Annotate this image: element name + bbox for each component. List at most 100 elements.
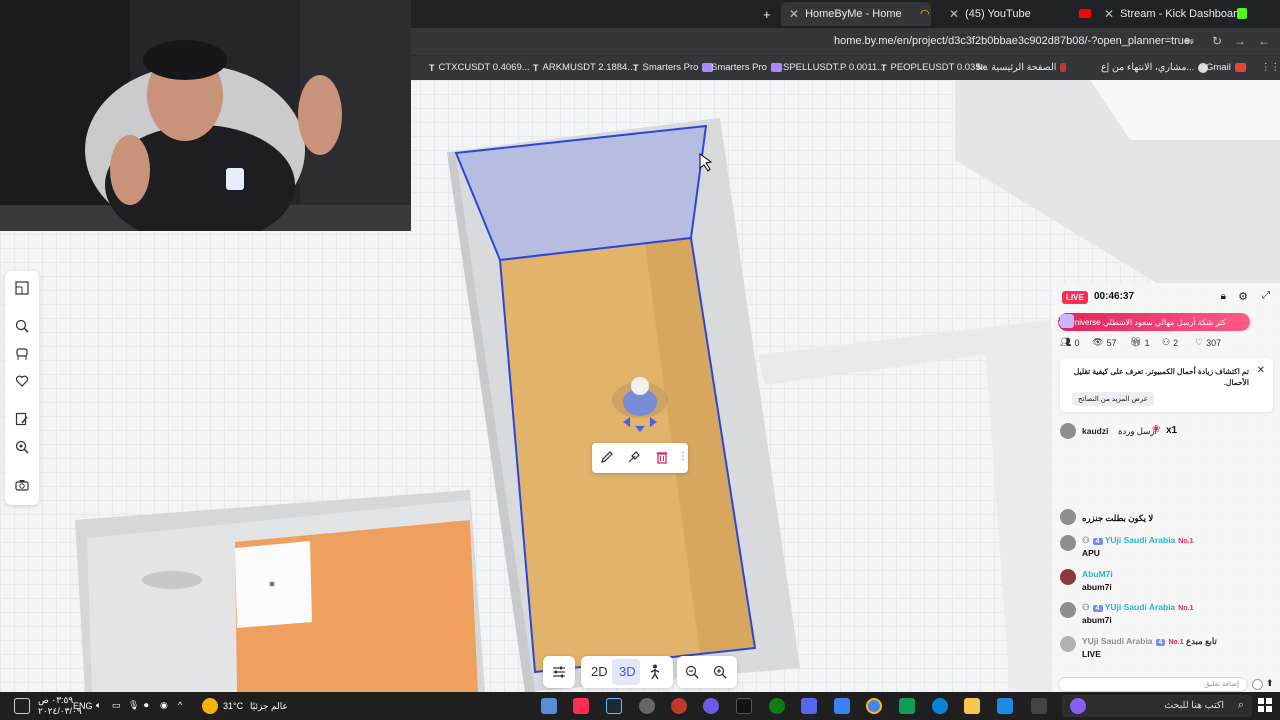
settings-icon[interactable] — [639, 698, 655, 714]
bookmark-item[interactable]: Gmail — [1206, 62, 1246, 73]
taskbar-search-box[interactable]: اكتب هنا للبحث ⌕ — [1062, 695, 1252, 717]
view-2d-button[interactable]: 2D — [591, 664, 608, 679]
eye-icon: 👁︎ — [1092, 337, 1104, 347]
new-tab-icon[interactable]: + — [763, 7, 771, 22]
headphones-icon: ◠ — [920, 8, 930, 20]
record-icon[interactable]: ⏺︎ — [144, 700, 149, 711]
chat-text: LIVE — [1082, 649, 1101, 659]
floorplan-icon[interactable] — [13, 279, 31, 297]
url-field[interactable]: home.by.me/en/project/d3c3f2b0bbae3c902d… — [834, 35, 1190, 47]
tab-homebyme[interactable]: ✕ HomeByMe - Home — [781, 2, 931, 26]
reload-icon[interactable]: ↻ — [1212, 34, 1222, 48]
steam-icon[interactable] — [606, 698, 622, 714]
chat-text: abum7i — [1082, 615, 1112, 625]
avatar — [1060, 535, 1076, 551]
bookmark-item[interactable]: Ne الصفحة الرئيسية — [977, 62, 1067, 73]
edge-icon[interactable] — [932, 698, 948, 714]
close-icon[interactable]: ✕ — [1257, 365, 1265, 376]
notice-more-tips-button[interactable]: عرض المزيد من النصائح — [1072, 392, 1154, 406]
youtube-icon — [1079, 9, 1091, 18]
back-icon[interactable]: ← — [1258, 34, 1270, 48]
chat-message: AbuM7i abum7i — [1060, 567, 1270, 593]
app-icon[interactable] — [671, 698, 687, 714]
network-icon[interactable]: ▭ — [112, 700, 121, 711]
search-icon: ⌕ — [1237, 699, 1244, 711]
app-icon[interactable] — [899, 698, 915, 714]
bookmark-item[interactable]: SPELLUSDT.P 0.0011... — [783, 62, 885, 73]
lower-room-fixture — [142, 571, 202, 589]
bookmark-item[interactable]: مشاري، الانتهاء من إع... — [1101, 62, 1209, 73]
weather-temp[interactable]: 31°C — [223, 701, 243, 711]
gear-icon[interactable]: ⚙ — [1238, 290, 1248, 303]
view-3d-button[interactable]: 3D — [619, 664, 636, 679]
app-icon[interactable] — [541, 698, 557, 714]
camera-icon[interactable] — [13, 476, 31, 494]
weather-icon[interactable] — [202, 698, 218, 714]
search-placeholder: اكتب هنا للبحث — [1164, 700, 1224, 711]
search-icon[interactable] — [13, 317, 31, 335]
zoom-in-icon[interactable] — [713, 665, 727, 682]
bookmark-item[interactable]: T CTXCUSDT 0.4069... — [429, 62, 530, 73]
bookmark-item[interactable]: T Smarters Pro — [633, 62, 714, 73]
bookmarks-menu-icon[interactable]: ⋮⋮ — [1261, 62, 1280, 73]
cabinet-knob — [269, 581, 275, 587]
tray-app-icon[interactable]: ◉ — [160, 700, 168, 711]
language-indicator[interactable]: ENG — [73, 701, 93, 711]
windows-start-icon[interactable] — [1258, 698, 1272, 712]
volume-icon[interactable]: 🔈︎ — [96, 700, 101, 711]
mail-icon[interactable] — [997, 698, 1013, 714]
chat-message: ⚇ 4 YUji Saudi Arabia No.1 abum7i — [1060, 600, 1270, 626]
close-tab-icon[interactable]: ✕ — [1104, 7, 1114, 21]
chat-message: ⚇ 4 YUji Saudi Arabia No.1 APU — [1060, 533, 1270, 559]
discord-icon[interactable] — [801, 698, 817, 714]
task-view-icon[interactable] — [1031, 698, 1047, 714]
favorite-icon[interactable] — [13, 372, 31, 390]
zoom-out-icon[interactable] — [685, 665, 699, 682]
chrome-icon[interactable] — [866, 698, 882, 714]
chat-text: لا يكون بطلت جنزره — [1082, 513, 1154, 523]
elapsed-timer: 00:46:37 — [1094, 291, 1135, 302]
tray-overflow-icon[interactable]: ^ — [178, 700, 182, 710]
walk-mode-icon[interactable] — [649, 664, 661, 683]
clock-time[interactable]: ٠٣:٥٩ ص — [38, 695, 73, 706]
webcam-overlay — [0, 0, 411, 231]
app-icon[interactable] — [703, 698, 719, 714]
bookmarks-bar: T CTXCUSDT 0.4069... T ARKMUSDT 2.1884... … — [411, 55, 1280, 80]
trash-icon[interactable] — [655, 450, 669, 467]
close-tab-icon[interactable]: ✕ — [949, 7, 959, 21]
edit-list-icon[interactable] — [13, 410, 31, 428]
bookmark-item[interactable]: T ARKMUSDT 2.1884... — [533, 62, 635, 73]
eyedropper-icon[interactable] — [627, 450, 641, 467]
translate-icon[interactable]: ⇋ — [1184, 34, 1194, 48]
send-icon[interactable]: ⬆ — [1266, 678, 1274, 689]
tiktok-icon[interactable] — [573, 698, 589, 714]
app-icon[interactable] — [834, 698, 850, 714]
xbox-icon[interactable] — [769, 698, 785, 714]
bookmark-item[interactable]: T PEOPLEUSDT 0.035... — [881, 62, 989, 73]
weather-text[interactable]: عالم جزئيًا — [250, 701, 288, 712]
lock-icon[interactable]: 🔒︎ — [1221, 291, 1226, 302]
tiktok-studio-icon[interactable] — [736, 698, 752, 714]
drag-handle-icon[interactable]: ⋮ — [678, 451, 688, 462]
chat-user: YUji Saudi Arabia 4 No.1 تابع مبدع — [1082, 636, 1217, 646]
sliders-icon[interactable] — [552, 665, 566, 682]
expand-icon[interactable]: ⤢ — [1262, 290, 1270, 301]
notice-text: تم اكتشاف زيادة أحمال الكمبيوتر. تعرف عل… — [1073, 367, 1249, 387]
gift-count: x1 — [1166, 425, 1178, 436]
news-icon: Ne — [977, 63, 988, 72]
emoji-icon[interactable] — [1252, 679, 1263, 690]
furniture-icon[interactable] — [13, 345, 31, 363]
inspect-icon[interactable] — [13, 438, 31, 456]
bookmark-item[interactable]: Smarters Pro — [711, 62, 782, 73]
chat-text: APU — [1082, 548, 1100, 558]
microphone-icon[interactable]: 🎙︎ — [128, 700, 139, 711]
gift-user: kaudzi — [1082, 426, 1109, 436]
browser-tab-bar: + ✕ HomeByMe - Home ◠ ✕ (45) YouTube ✕ S… — [411, 0, 1280, 28]
forward-icon[interactable]: → — [1234, 34, 1246, 48]
tab-youtube[interactable]: ✕ (45) YouTube — [941, 2, 1091, 26]
pencil-icon[interactable] — [600, 450, 614, 467]
chat-input[interactable]: إضافة تعليق — [1058, 677, 1248, 692]
close-tab-icon[interactable]: ✕ — [789, 7, 799, 21]
file-explorer-icon[interactable] — [964, 698, 980, 714]
notifications-icon[interactable] — [14, 698, 30, 714]
